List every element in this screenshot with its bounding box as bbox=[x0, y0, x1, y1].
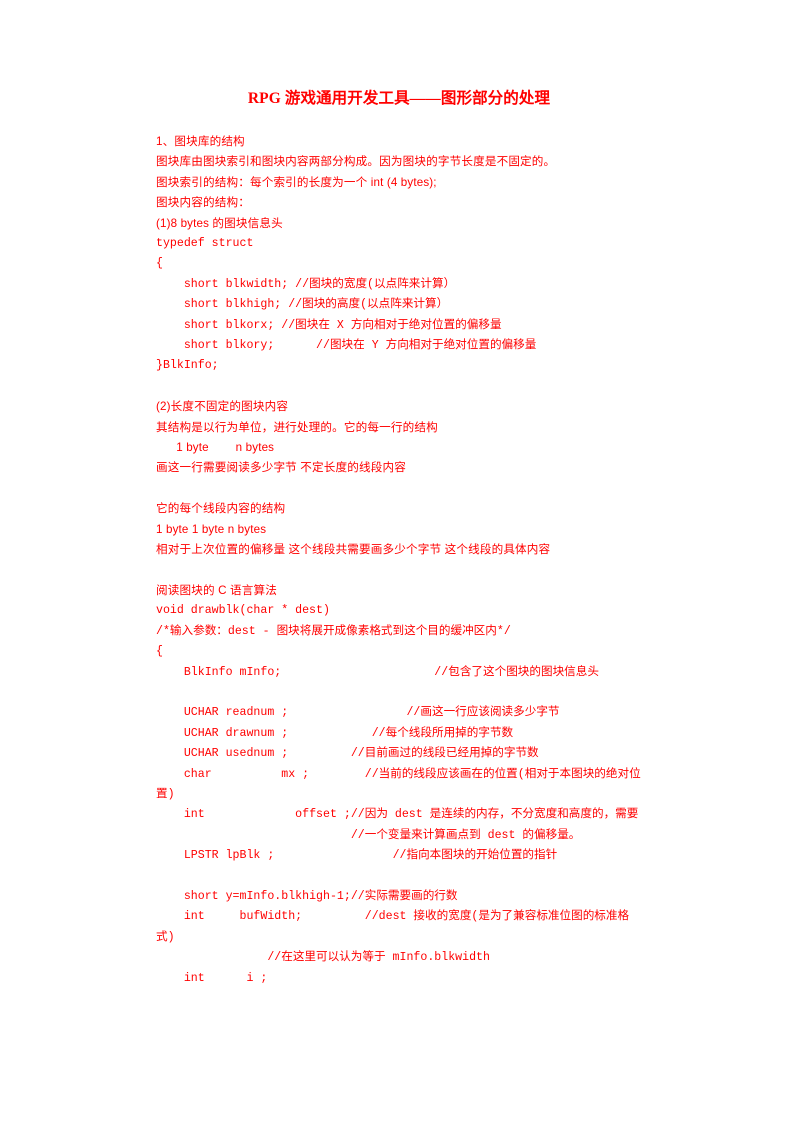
text-line: /*输入参数：dest - 图块将展开成像素格式到这个目的缓冲区内*/ bbox=[156, 624, 511, 638]
row-structure-description: 画这一行需要阅读多少字节 不定长度的线段内容 bbox=[156, 458, 642, 478]
text-line: short blkorx; //图块在 X 方向相对于绝对位置的偏移量 bbox=[156, 318, 502, 332]
text-line: 1 byte n bytes bbox=[156, 441, 275, 455]
text-line: 图块内容的结构： bbox=[156, 196, 250, 210]
text-line: 画这一行需要阅读多少字节 不定长度的线段内容 bbox=[156, 461, 406, 475]
drawblk-function-code: void drawblk(char * dest) /*输入参数：dest - 图… bbox=[156, 601, 642, 989]
text-line: short blkwidth; //图块的宽度(以点阵来计算） bbox=[156, 277, 456, 291]
segment-structure-heading: 它的每个线段内容的结构 1 byte 1 byte n bytes 相对于上次位置的… bbox=[156, 499, 642, 560]
document-body: RPG 游戏通用开发工具——图形部分的处理 1、图块库的结构图块库由图块索引和图… bbox=[156, 88, 642, 989]
spacer-1 bbox=[156, 377, 642, 397]
text-line: 图块库由图块索引和图块内容两部分构成。因为图块的字节长度是不固定的。 bbox=[156, 155, 556, 169]
text-line: 相对于上次位置的偏移量 这个线段共需要画多少个字节 这个线段的具体内容 bbox=[156, 543, 551, 557]
text-line: 阅读图块的 C 语言算法 bbox=[156, 583, 277, 597]
text-line: 其结构是以行为单位，进行处理的。它的每一行的结构 bbox=[156, 420, 438, 434]
text-line: (1)8 bytes 的图块信息头 bbox=[156, 216, 283, 230]
text-line: //在这里可以认为等于 mInfo.blkwidth bbox=[156, 951, 490, 965]
c-algorithm-heading: 阅读图块的 C 语言算法 bbox=[156, 581, 642, 601]
text-line: UCHAR drawnum ; //每个线段所用掉的字节数 bbox=[156, 726, 514, 740]
text-line: 1、图块库的结构 bbox=[156, 135, 245, 148]
row-structure-byte-labels: 1 byte n bytes bbox=[156, 438, 642, 458]
text-line: short y=mInfo.blkhigh-1;//实际需要画的行数 bbox=[156, 889, 458, 903]
text-line: int bufWidth; //dest 接收的宽度(是为了兼容标准位图的标准格… bbox=[156, 910, 630, 944]
text-line: 它的每个线段内容的结构 bbox=[156, 502, 286, 516]
text-line bbox=[156, 683, 642, 703]
text-line: UCHAR usednum ; //目前画过的线段已经用掉的字节数 bbox=[156, 747, 539, 761]
text-line: short blkhigh; //图块的高度(以点阵来计算） bbox=[156, 298, 449, 312]
text-line: int offset ;//因为 dest 是连续的内存，不分宽度和高度的，需要 bbox=[156, 808, 639, 822]
text-line: LPSTR lpBlk ; //指向本图块的开始位置的指针 bbox=[156, 849, 558, 863]
section-1-heading: 1、图块库的结构图块库由图块索引和图块内容两部分构成。因为图块的字节长度是不固定… bbox=[156, 132, 642, 234]
text-line: 图块索引的结构：每个索引的长度为一个 int (4 bytes); bbox=[156, 175, 437, 189]
blkinfo-struct-code: typedef struct { short blkwidth; //图块的宽度(… bbox=[156, 234, 642, 377]
text-line: short blkory; //图块在 Y 方向相对于绝对位置的偏移量 bbox=[156, 339, 537, 353]
text-line: BlkInfo mInfo; //包含了这个图块的图块信息头 bbox=[156, 665, 599, 679]
text-line: { bbox=[156, 645, 163, 659]
text-line: char mx ; //当前的线段应该画在的位置(相对于本图块的绝对位置) bbox=[156, 767, 641, 801]
section-2-variable-length-content: (2)长度不固定的图块内容其结构是以行为单位，进行处理的。它的每一行的结构 bbox=[156, 397, 642, 438]
text-line: { bbox=[156, 257, 163, 271]
text-line: (2)长度不固定的图块内容 bbox=[156, 400, 289, 414]
text-line: UCHAR readnum ; //画这一行应该阅读多少字节 bbox=[156, 706, 560, 720]
text-line: int i ; bbox=[156, 971, 268, 985]
text-line: //一个变量来计算画点到 dest 的偏移量。 bbox=[156, 828, 581, 842]
text-line bbox=[156, 867, 642, 887]
text-line: typedef struct bbox=[156, 237, 254, 251]
document-page: RPG 游戏通用开发工具——图形部分的处理 1、图块库的结构图块库由图块索引和图… bbox=[0, 0, 794, 1123]
spacer-2 bbox=[156, 479, 642, 499]
page-title: RPG 游戏通用开发工具——图形部分的处理 bbox=[247, 90, 551, 107]
text-line: 1 byte 1 byte n bytes bbox=[156, 522, 267, 536]
text-line: void drawblk(char * dest) bbox=[156, 604, 330, 618]
text-line: }BlkInfo; bbox=[156, 359, 219, 373]
spacer-3 bbox=[156, 561, 642, 581]
document-sections: 1、图块库的结构图块库由图块索引和图块内容两部分构成。因为图块的字节长度是不固定… bbox=[156, 132, 642, 989]
